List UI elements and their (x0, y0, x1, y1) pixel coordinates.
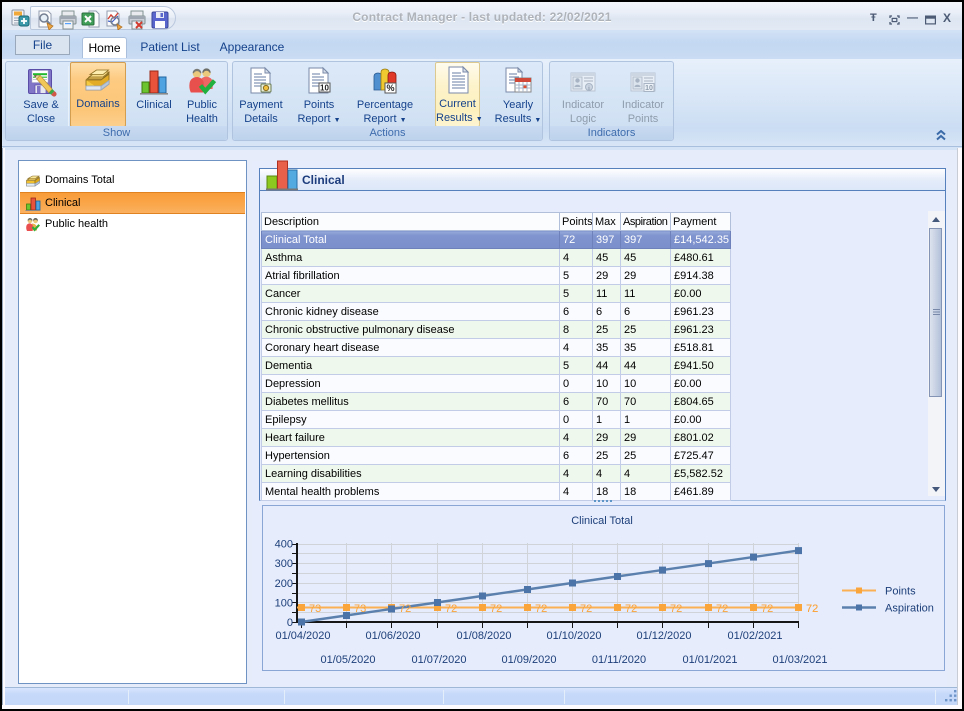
svg-text:01/03/2021: 01/03/2021 (772, 654, 827, 666)
svg-text:72: 72 (625, 603, 637, 615)
svg-text:Clinical Total: Clinical Total (571, 515, 633, 527)
svg-text:01/02/2021: 01/02/2021 (727, 630, 782, 642)
svg-text:01/04/2020: 01/04/2020 (275, 630, 330, 642)
svg-text:73: 73 (309, 603, 321, 615)
svg-text:72: 72 (399, 603, 411, 615)
svg-text:72: 72 (490, 603, 502, 615)
svg-text:72: 72 (445, 603, 457, 615)
svg-text:01/08/2020: 01/08/2020 (456, 630, 511, 642)
svg-text:01/12/2020: 01/12/2020 (636, 630, 691, 642)
svg-text:%: % (386, 83, 394, 93)
svg-text:01/11/2020: 01/11/2020 (592, 654, 646, 666)
svg-text:72: 72 (806, 603, 818, 615)
svg-text:200: 200 (275, 578, 293, 590)
svg-text:72: 72 (716, 603, 728, 615)
svg-text:72: 72 (580, 603, 592, 615)
svg-text:72: 72 (535, 603, 547, 615)
svg-text:300: 300 (275, 558, 293, 570)
svg-text:01/07/2020: 01/07/2020 (411, 654, 466, 666)
svg-text:10: 10 (645, 85, 653, 92)
svg-text:01/01/2021: 01/01/2021 (682, 654, 737, 666)
svg-text:01/09/2020: 01/09/2020 (501, 654, 556, 666)
svg-text:100: 100 (275, 597, 293, 609)
svg-text:72: 72 (761, 603, 773, 615)
svg-text:Points: Points (885, 586, 916, 598)
svg-text:400: 400 (275, 539, 293, 551)
svg-text:01/06/2020: 01/06/2020 (365, 630, 420, 642)
svg-text:01/05/2020: 01/05/2020 (320, 654, 375, 666)
svg-text:0: 0 (287, 617, 293, 629)
svg-text:01/10/2020: 01/10/2020 (546, 630, 601, 642)
svg-text:73: 73 (354, 603, 366, 615)
svg-text:10: 10 (320, 84, 329, 93)
svg-text:Aspiration: Aspiration (885, 603, 934, 615)
svg-text:72: 72 (670, 603, 682, 615)
